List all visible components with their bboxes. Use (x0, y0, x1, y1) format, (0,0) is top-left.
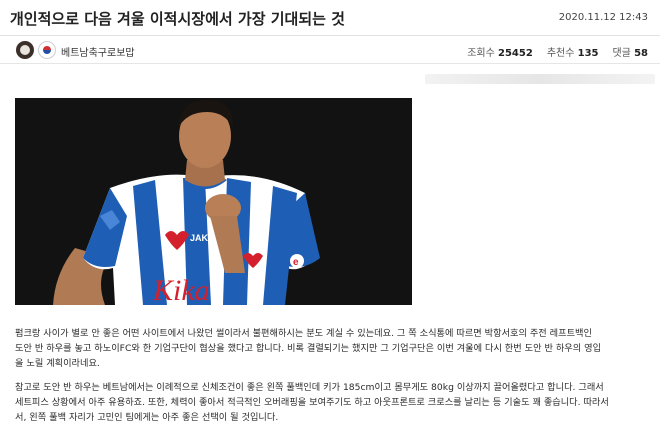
comments-label: 댓글 (612, 48, 631, 59)
post-body: 펌크랑 사이가 별로 안 좋은 어떤 사이트에서 나왔던 썰이라서 불편해하시는… (15, 326, 647, 434)
comments-stat[interactable]: 댓글 58 (612, 44, 648, 59)
body-paragraph-2: 참고로 도안 반 하우는 베트남에서는 이례적으로 신체조건이 좋은 왼쪽 풀백… (15, 380, 647, 425)
sleeve-logo-text: e (293, 257, 299, 268)
body-line: 세트피스 상황에서 아주 유용하죠. 또한, 체력이 좋아서 적극적인 오버래핑… (15, 397, 609, 408)
comments-count: 58 (634, 48, 648, 59)
post-datetime: 2020.11.12 12:43 (558, 12, 648, 23)
body-line: 을 노릴 계획이라네요. (15, 358, 100, 369)
author-name[interactable]: 베트남축구로보맙 (61, 44, 135, 59)
body-line: 참고로 도안 반 하우는 베트남에서는 이례적으로 신체조건이 좋은 왼쪽 풀백… (15, 382, 604, 393)
body-line: 서, 왼쪽 풀백 자리가 고민인 팀에게는 아주 좋은 선택이 될 것입니다. (15, 412, 279, 423)
post-stats: 조회수 25452 추천수 135 댓글 58 (467, 44, 648, 59)
player-photo: JAKO Kika e (15, 98, 412, 305)
jersey-sponsor-text: Kika (152, 274, 210, 305)
korea-flag-icon (38, 41, 56, 59)
recommend-count: 135 (577, 48, 599, 59)
body-line: 도안 반 하우를 놓고 하노이FC와 한 기업구단이 협상을 했다고 합니다. … (15, 343, 602, 354)
post-page: 개인적으로 다음 겨울 이적시장에서 가장 기대되는 것 2020.11.12 … (0, 0, 660, 429)
blurred-url-bar (425, 74, 655, 84)
jersey-brand-text: JAKO (190, 233, 215, 243)
user-avatar-icon[interactable] (16, 41, 34, 59)
post-title: 개인적으로 다음 겨울 이적시장에서 가장 기대되는 것 (10, 10, 345, 28)
body-line: 펌크랑 사이가 별로 안 좋은 어떤 사이트에서 나왔던 썰이라서 불편해하시는… (15, 328, 592, 339)
recommend-stat: 추천수 135 (547, 44, 599, 59)
body-paragraph-1: 펌크랑 사이가 별로 안 좋은 어떤 사이트에서 나왔던 썰이라서 불편해하시는… (15, 326, 647, 371)
views-stat: 조회수 25452 (467, 44, 533, 59)
views-label: 조회수 (467, 48, 495, 59)
player-illustration: JAKO Kika e (15, 98, 412, 305)
post-header: 개인적으로 다음 겨울 이적시장에서 가장 기대되는 것 2020.11.12 … (0, 0, 660, 36)
recommend-label: 추천수 (546, 48, 575, 59)
post-meta-bar: 베트남축구로보맙 조회수 25452 추천수 135 댓글 58 (0, 36, 660, 64)
views-count: 25452 (498, 48, 533, 59)
